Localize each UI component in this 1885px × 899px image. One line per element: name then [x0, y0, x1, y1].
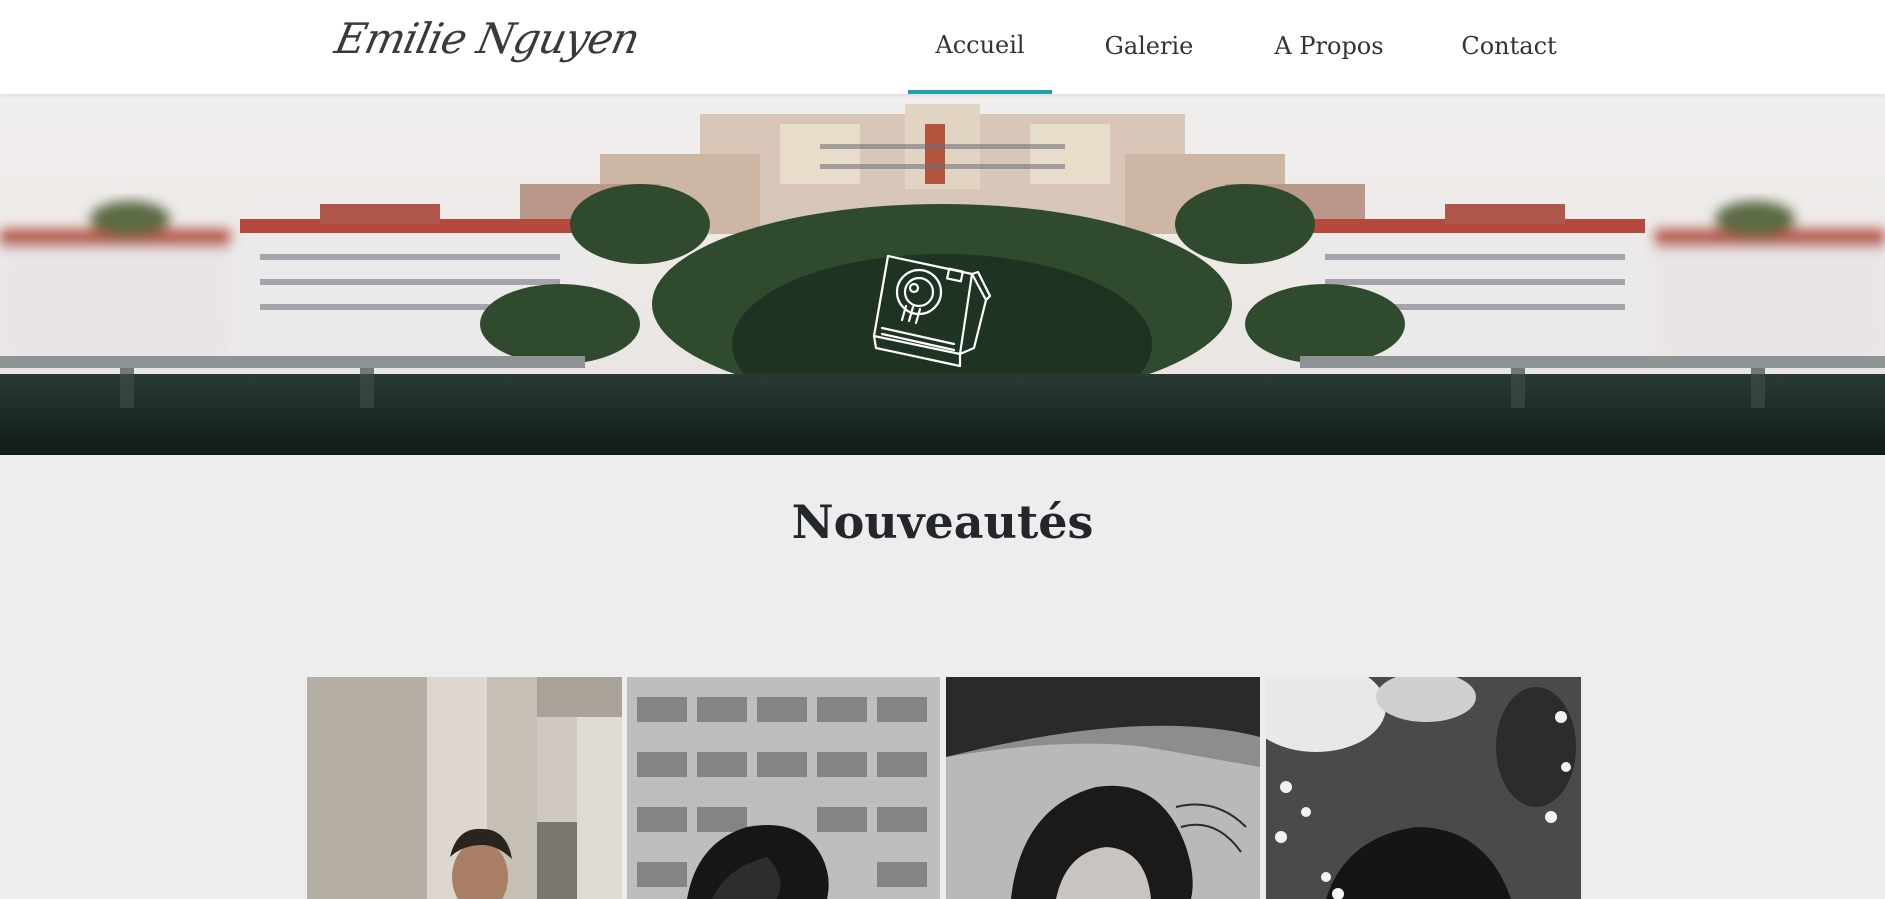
nav-item-label: A Propos [1274, 32, 1384, 60]
nav-item-label: Accueil [935, 31, 1025, 59]
nav-item-label: Galerie [1104, 32, 1194, 60]
nav-item-accueil[interactable]: Accueil [908, 0, 1052, 94]
site-logo[interactable]: Emilie Nguyen [331, 14, 644, 63]
photo-woman-flowers[interactable] [1266, 677, 1581, 899]
photo-man-building[interactable] [307, 677, 622, 899]
site-header: Emilie Nguyen Accueil Galerie A Propos C… [0, 0, 1885, 94]
photo-woman-wind[interactable] [946, 677, 1260, 899]
nav-item-contact[interactable]: Contact [1454, 0, 1564, 94]
nav-item-galerie[interactable]: Galerie [1088, 0, 1210, 94]
hero-banner [0, 94, 1885, 455]
photo-woman-hair-building[interactable] [627, 677, 940, 899]
nav-item-a-propos[interactable]: A Propos [1266, 0, 1392, 94]
section-title-nouveautes: Nouveautés [791, 495, 1094, 549]
nav-item-label: Contact [1461, 32, 1557, 60]
camera-icon [862, 244, 1022, 374]
